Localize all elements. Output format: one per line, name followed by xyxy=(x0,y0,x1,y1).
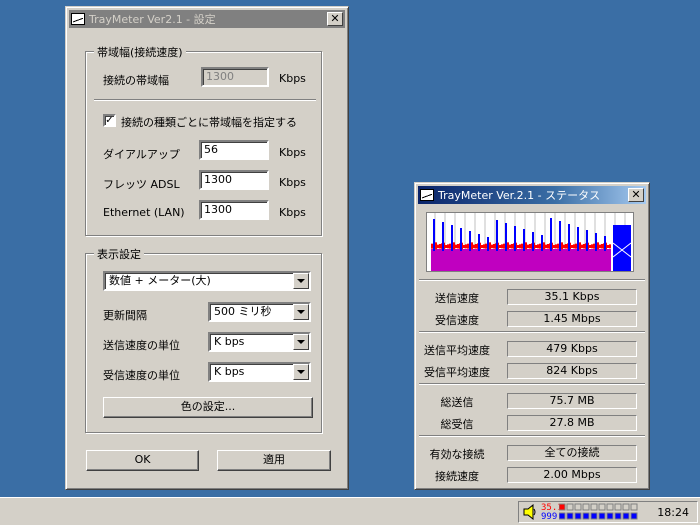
ok-button[interactable]: OK xyxy=(86,450,199,471)
app-icon xyxy=(71,13,85,25)
bandwidth-group-label: 帯域幅(接続速度) xyxy=(94,44,186,60)
conn-bandwidth-label: 接続の帯域幅 xyxy=(103,74,169,87)
ethernet-unit: Kbps xyxy=(279,206,306,219)
flets-input[interactable]: 1300 xyxy=(199,170,269,190)
traffic-graph xyxy=(426,212,634,272)
dialup-unit: Kbps xyxy=(279,146,306,159)
interval-value: 500 ミリ秒 xyxy=(214,305,272,318)
display-group-label: 表示設定 xyxy=(94,246,144,262)
apply-button[interactable]: 適用 xyxy=(217,450,331,471)
chevron-down-icon[interactable] xyxy=(293,304,309,320)
dialup-input[interactable]: 56 xyxy=(199,140,269,160)
per-type-checkbox[interactable]: ✓ xyxy=(103,114,116,127)
traffic-graph-svg xyxy=(431,213,632,271)
interval-label: 更新間隔 xyxy=(103,309,147,322)
status-label: 総受信 xyxy=(440,418,474,431)
recv-unit-value: K bps xyxy=(214,365,245,378)
status-value: 2.00 Mbps xyxy=(507,467,637,483)
ethernet-input[interactable]: 1300 xyxy=(199,200,269,220)
separator xyxy=(419,331,645,333)
status-title: TrayMeter Ver.2.1 - ステータス xyxy=(438,189,601,202)
bandwidth-group: 帯域幅(接続速度) 接続の帯域幅 1300 Kbps ✓ 接続の種類ごとに帯域幅… xyxy=(85,44,322,236)
display-group: 表示設定 数値 + メーター(大) 更新間隔 500 ミリ秒 送信速度の単位 K… xyxy=(85,246,322,433)
flets-label: フレッツ ADSL xyxy=(103,178,180,191)
separator xyxy=(419,383,645,385)
conn-bandwidth-input: 1300 xyxy=(201,67,269,87)
status-value: 1.45 Mbps xyxy=(507,311,637,327)
close-button[interactable]: ✕ xyxy=(628,188,644,202)
conn-bandwidth-unit: Kbps xyxy=(279,72,306,85)
settings-title: TrayMeter Ver2.1 - 設定 xyxy=(89,13,216,26)
dialup-label: ダイアルアップ xyxy=(103,148,180,161)
chevron-down-icon[interactable] xyxy=(293,273,309,289)
status-value: 35.1 Kbps xyxy=(507,289,637,305)
status-value: 824 Kbps xyxy=(507,363,637,379)
status-label: 受信速度 xyxy=(435,314,479,327)
close-button[interactable]: ✕ xyxy=(327,12,343,26)
display-mode-select[interactable]: 数値 + メーター(大) xyxy=(103,271,311,291)
send-unit-select[interactable]: K bps xyxy=(208,332,311,352)
tray-meter-icon[interactable] xyxy=(559,503,649,521)
send-unit-value: K bps xyxy=(214,335,245,348)
status-window: TrayMeter Ver.2.1 - ステータス ✕ 送信速度 35.1 Kbp… xyxy=(414,182,650,490)
tray-recv-value[interactable]: 999 xyxy=(541,513,557,522)
status-label: 送信平均速度 xyxy=(424,344,490,357)
status-value: 27.8 MB xyxy=(507,415,637,431)
status-label: 総送信 xyxy=(440,396,474,409)
interval-select[interactable]: 500 ミリ秒 xyxy=(208,302,311,322)
clock[interactable]: 18:24 xyxy=(657,506,689,519)
ethernet-label: Ethernet (LAN) xyxy=(103,206,185,219)
separator xyxy=(419,435,645,437)
chevron-down-icon[interactable] xyxy=(293,364,309,380)
speaker-icon[interactable] xyxy=(523,504,537,520)
separator xyxy=(94,99,316,101)
status-titlebar[interactable]: TrayMeter Ver.2.1 - ステータス ✕ xyxy=(418,186,646,204)
status-label: 受信平均速度 xyxy=(424,366,490,379)
app-icon xyxy=(420,189,434,201)
flets-unit: Kbps xyxy=(279,176,306,189)
per-type-checkbox-label[interactable]: 接続の種類ごとに帯域幅を指定する xyxy=(121,114,297,130)
status-value: 479 Kbps xyxy=(507,341,637,357)
settings-window: TrayMeter Ver2.1 - 設定 ✕ 帯域幅(接続速度) 接続の帯域幅… xyxy=(65,6,349,490)
send-unit-label: 送信速度の単位 xyxy=(103,339,180,352)
status-label: 送信速度 xyxy=(435,292,479,305)
status-value: 全ての接続 xyxy=(507,445,637,461)
recv-unit-label: 受信速度の単位 xyxy=(103,369,180,382)
separator xyxy=(419,279,645,281)
color-settings-button[interactable]: 色の設定... xyxy=(103,397,313,418)
recv-unit-select[interactable]: K bps xyxy=(208,362,311,382)
chevron-down-icon[interactable] xyxy=(293,334,309,350)
system-tray: 35.1 999 18:24 xyxy=(518,501,698,523)
status-value: 75.7 MB xyxy=(507,393,637,409)
status-label: 有効な接続 xyxy=(429,448,485,461)
settings-titlebar[interactable]: TrayMeter Ver2.1 - 設定 ✕ xyxy=(69,10,345,28)
display-mode-value: 数値 + メーター(大) xyxy=(109,274,211,287)
taskbar: 35.1 999 18:24 xyxy=(0,497,700,525)
status-label: 接続速度 xyxy=(435,470,479,483)
